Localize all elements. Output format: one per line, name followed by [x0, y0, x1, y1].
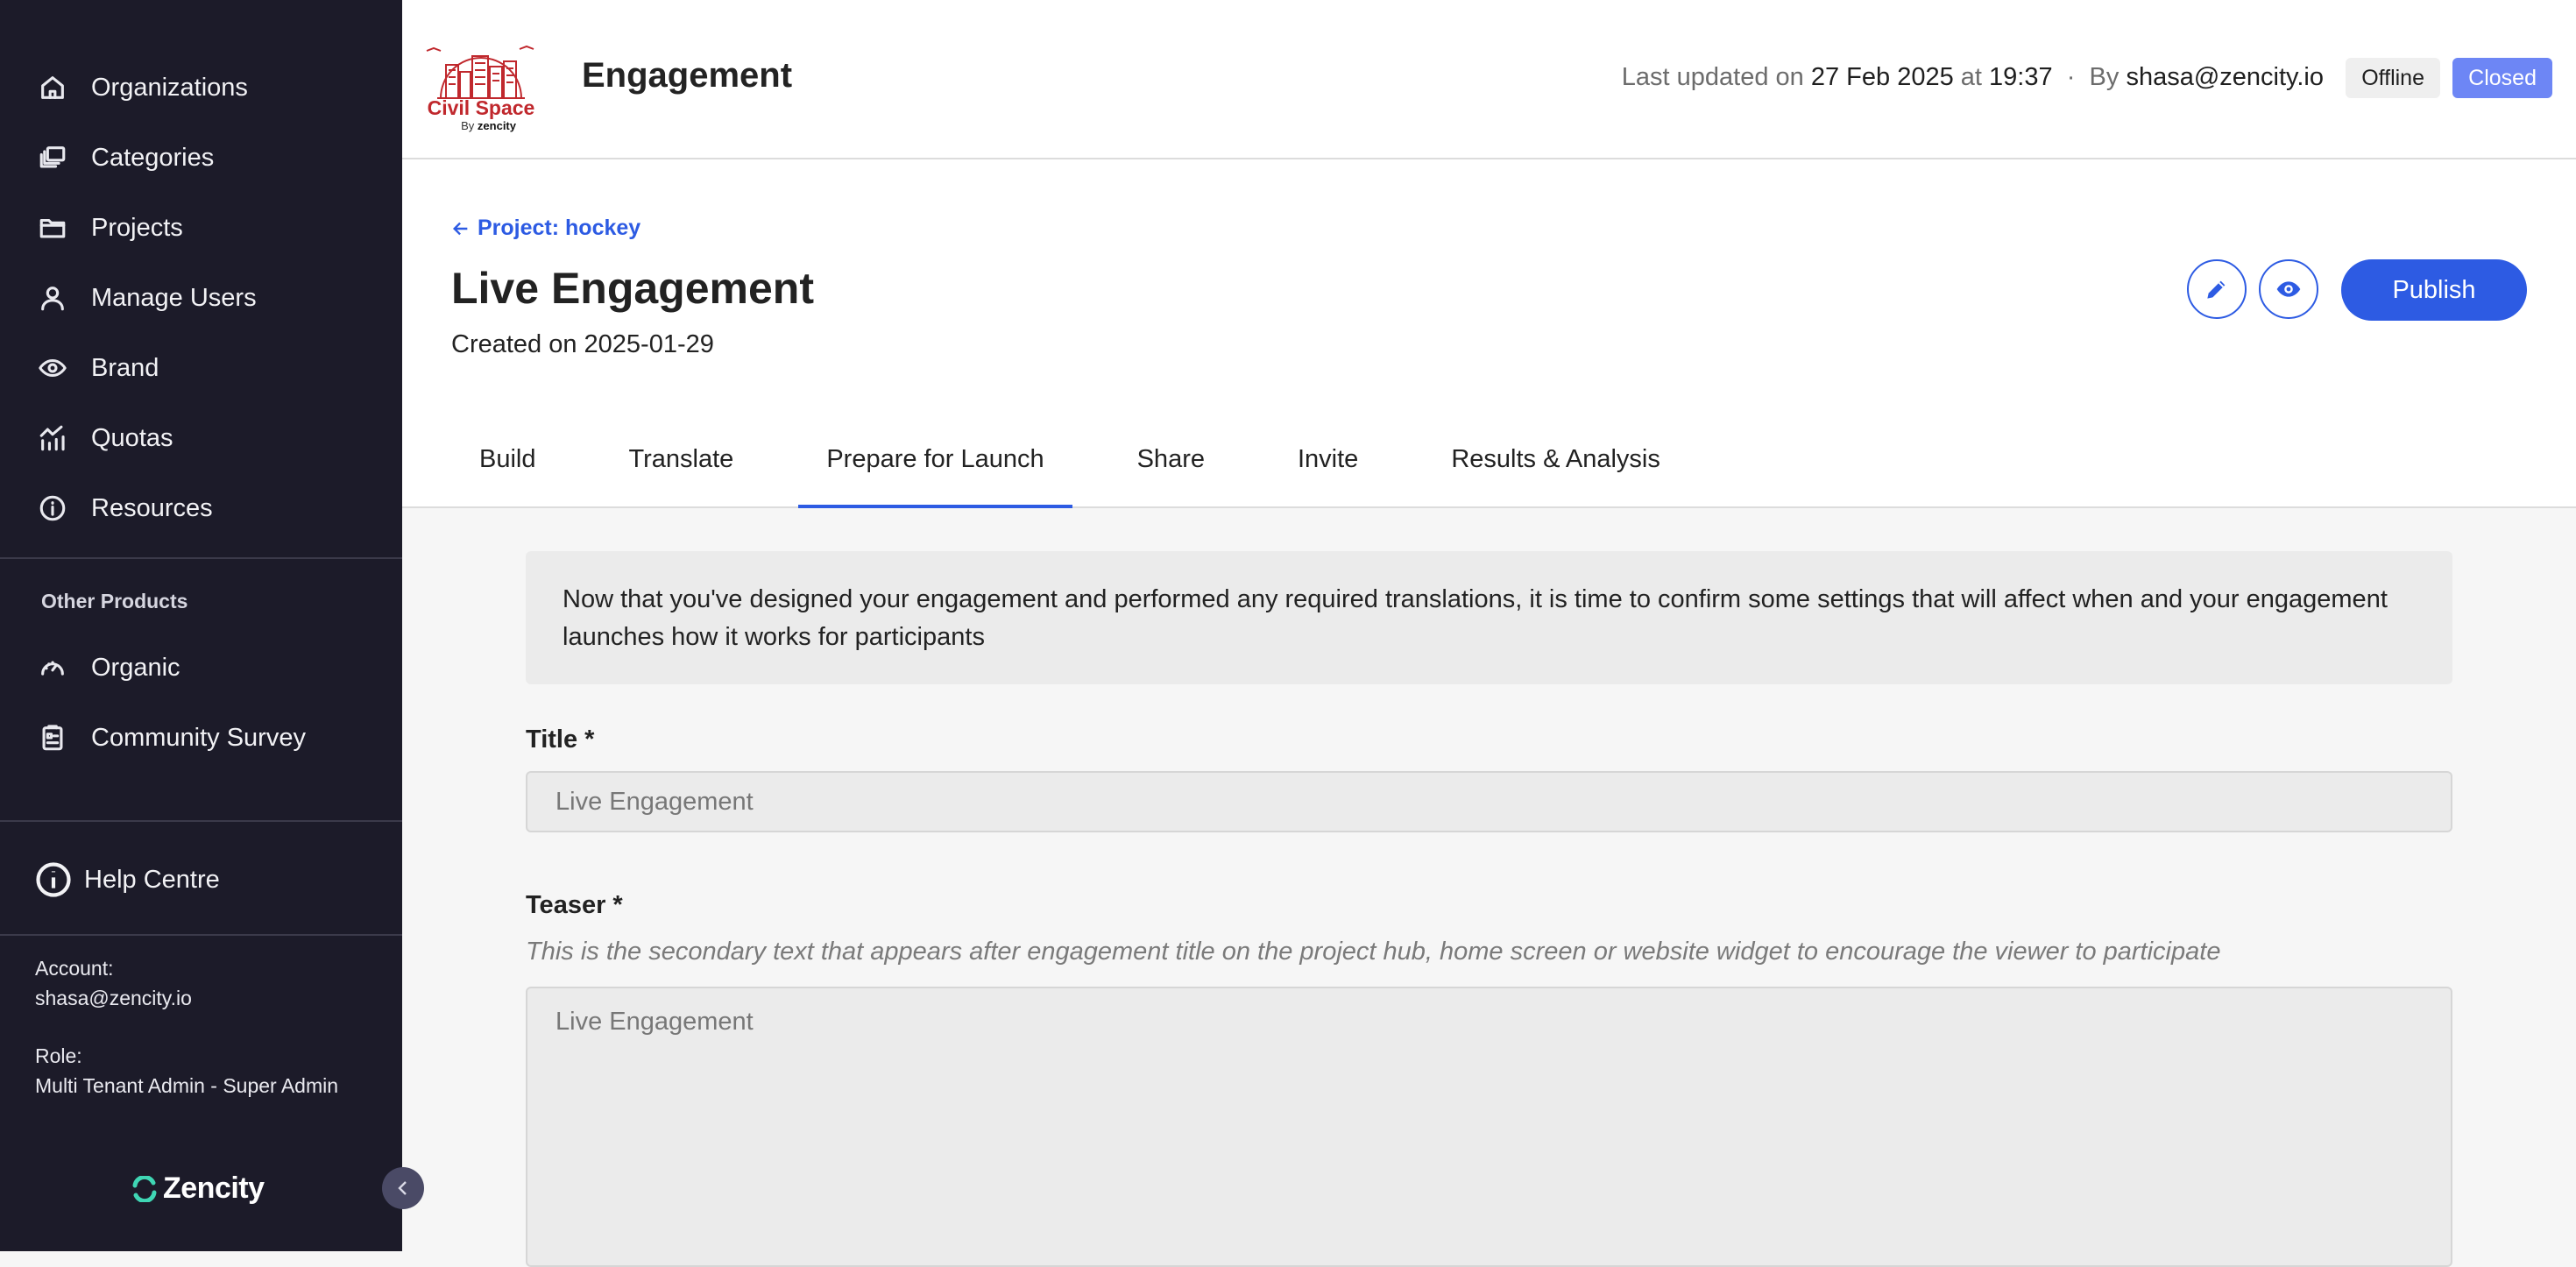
teaser-field-label: Teaser *	[526, 891, 623, 919]
sidebar-item-label: Projects	[91, 213, 183, 242]
sidebar: Organizations Categories Projects Manage…	[0, 0, 402, 1251]
title-input[interactable]	[526, 771, 2452, 832]
sidebar-item-categories[interactable]: Categories	[35, 136, 214, 180]
folder-icon	[35, 210, 70, 245]
pencil-icon	[2207, 280, 2226, 299]
tab-invite[interactable]: Invite	[1270, 431, 1386, 505]
logo-by: By	[461, 119, 475, 132]
sidebar-item-label: Organizations	[91, 73, 248, 102]
meta-by: By	[2089, 63, 2120, 91]
arrow-left-icon	[452, 222, 468, 235]
help-centre-label: Help Centre	[84, 865, 220, 894]
sidebar-item-manage-users[interactable]: Manage Users	[35, 276, 257, 320]
logo-by-brand: zencity	[478, 119, 517, 132]
home-icon	[35, 70, 70, 105]
civil-space-city-icon: Civil Space By zencity	[426, 45, 535, 132]
other-products-label: Other Products	[41, 590, 188, 612]
chevron-left-icon	[398, 1181, 407, 1195]
sidebar-item-label: Manage Users	[91, 283, 257, 312]
sidebar-item-projects[interactable]: Projects	[35, 206, 183, 250]
sidebar-item-label: Categories	[91, 143, 215, 172]
sidebar-item-label: Resources	[91, 493, 213, 522]
collapse-sidebar-button[interactable]	[382, 1167, 424, 1209]
meta-time: 19:37	[1989, 63, 2053, 91]
sidebar-divider	[0, 557, 402, 559]
sidebar-item-resources[interactable]: Resources	[35, 486, 213, 530]
help-centre-link[interactable]: Help Centre	[35, 856, 220, 903]
meta-user: shasa@zencity.io	[2126, 63, 2324, 91]
page-title: Live Engagement	[451, 264, 814, 313]
sidebar-item-organizations[interactable]: Organizations	[35, 66, 248, 110]
civil-space-logo: Civil Space By zencity	[425, 21, 537, 135]
role-value: Multi Tenant Admin - Super Admin	[35, 1074, 339, 1097]
svg-text:By zencity: By zencity	[461, 119, 517, 132]
account-email: shasa@zencity.io	[35, 987, 192, 1009]
sidebar-divider	[0, 820, 402, 822]
meta-at: at	[1960, 63, 1982, 91]
zencity-logo-text: Zencity	[163, 1171, 265, 1205]
eye-icon	[2276, 281, 2301, 297]
info-icon	[36, 862, 71, 897]
tab-share[interactable]: Share	[1109, 431, 1233, 505]
chart-icon	[35, 421, 70, 456]
user-icon	[35, 280, 70, 315]
teaser-hint: This is the secondary text that appears …	[526, 938, 2221, 966]
sidebar-item-community-survey[interactable]: Community Survey	[35, 716, 306, 760]
sidebar-item-label: Organic	[91, 653, 180, 682]
sidebar-item-label: Community Survey	[91, 723, 306, 752]
civil-space-name: Civil Space	[428, 96, 535, 119]
meta-date: 27 Feb 2025	[1810, 63, 1954, 91]
last-updated-meta: Last updated on 27 Feb 2025 at 19:37 · B…	[1622, 63, 2324, 92]
role-label: Role:	[35, 1044, 82, 1067]
sidebar-divider	[0, 934, 402, 936]
gauge-icon	[35, 650, 70, 685]
zencity-logo: Zencity	[131, 1171, 265, 1206]
tab-translate[interactable]: Translate	[601, 431, 762, 505]
clipboard-icon	[35, 720, 70, 755]
page-head: Project: hockey Live Engagement Created …	[402, 159, 2576, 508]
info-notice: Now that you've designed your engagement…	[526, 551, 2452, 684]
offline-badge: Offline	[2346, 58, 2440, 98]
sidebar-item-quotas[interactable]: Quotas	[35, 416, 173, 460]
teaser-textarea[interactable]: Live Engagement	[526, 987, 2452, 1267]
tab-prepare-for-launch[interactable]: Prepare for Launch	[798, 431, 1072, 508]
sidebar-item-brand[interactable]: Brand	[35, 346, 159, 390]
meta-prefix: Last updated on	[1621, 63, 1804, 91]
tab-bar: Build Translate Prepare for Launch Share…	[451, 431, 1725, 508]
header-title: Engagement	[582, 56, 793, 95]
sidebar-item-label: Brand	[91, 353, 159, 382]
back-to-project-link[interactable]: Project: hockey	[451, 216, 640, 241]
tab-build[interactable]: Build	[451, 431, 564, 505]
title-field-label: Title *	[526, 726, 595, 754]
eye-icon	[35, 350, 70, 386]
preview-button[interactable]	[2259, 259, 2318, 319]
edit-button[interactable]	[2187, 259, 2247, 319]
stack-icon	[35, 140, 70, 175]
created-date: Created on 2025-01-29	[451, 330, 714, 358]
zencity-mark-icon	[132, 1175, 157, 1202]
tab-results-analysis[interactable]: Results & Analysis	[1423, 431, 1688, 505]
sidebar-item-label: Quotas	[91, 423, 173, 452]
account-label: Account:	[35, 957, 114, 980]
closed-badge: Closed	[2452, 58, 2552, 98]
publish-button[interactable]: Publish	[2341, 259, 2527, 321]
top-header: Civil Space By zencity Engagement Last u…	[402, 0, 2576, 159]
meta-separator: ·	[2066, 63, 2076, 91]
sidebar-item-organic[interactable]: Organic	[35, 646, 180, 690]
back-link-label: Project: hockey	[478, 216, 641, 240]
info-icon	[35, 491, 70, 526]
